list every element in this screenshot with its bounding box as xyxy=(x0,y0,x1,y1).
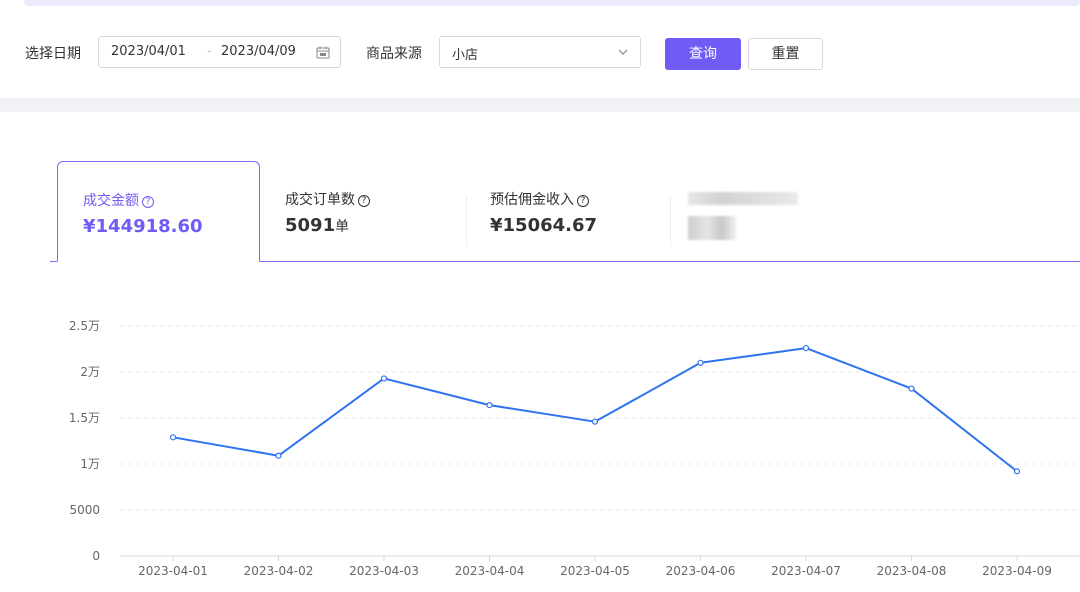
data-point xyxy=(486,402,493,409)
x-tick-label: 2023-04-01 xyxy=(138,564,208,578)
data-point xyxy=(275,452,282,459)
x-tick-label: 2023-04-04 xyxy=(455,564,525,578)
source-select-value: 小店 xyxy=(452,48,479,63)
reset-button[interactable]: 重置 xyxy=(748,38,823,70)
x-tick-label: 2023-04-05 xyxy=(560,564,630,578)
source-filter-label: 商品来源 xyxy=(366,46,422,62)
y-tick-label: 2.5万 xyxy=(69,319,100,333)
data-point xyxy=(1013,468,1021,475)
data-point xyxy=(169,434,177,441)
x-tick-label: 2023-04-03 xyxy=(349,564,419,578)
date-start-input[interactable]: 2023/04/01 xyxy=(111,44,186,59)
tab-gmv-label: 成交金额? xyxy=(83,190,154,210)
y-tick-label: 1.5万 xyxy=(69,411,100,425)
date-separator: - xyxy=(207,44,212,58)
top-accent-bar xyxy=(24,0,1080,6)
date-end-input[interactable]: 2023/04/09 xyxy=(221,44,296,59)
x-tick-label: 2023-04-02 xyxy=(244,564,314,578)
data-point xyxy=(802,344,810,352)
calendar-icon[interactable] xyxy=(316,46,330,59)
source-select[interactable]: 小店 xyxy=(439,36,641,68)
x-tick-label: 2023-04-08 xyxy=(877,564,947,578)
y-tick-label: 1万 xyxy=(80,457,100,471)
data-point xyxy=(380,375,388,382)
tab-gmv[interactable]: 成交金额? ¥144918.60 xyxy=(57,161,260,262)
date-filter-label: 选择日期 xyxy=(25,46,81,62)
x-tick-label: 2023-04-09 xyxy=(982,564,1052,578)
y-tick-label: 0 xyxy=(92,549,100,563)
data-point xyxy=(591,418,599,425)
x-tick-label: 2023-04-07 xyxy=(771,564,841,578)
series-line xyxy=(172,347,1018,473)
data-point xyxy=(908,385,915,392)
chevron-down-icon[interactable] xyxy=(618,47,628,57)
tab-gmv-value: ¥144918.60 xyxy=(83,216,203,237)
date-range-picker[interactable]: 2023/04/01 - 2023/04/09 xyxy=(98,36,341,68)
x-tick-label: 2023-04-06 xyxy=(666,564,736,578)
help-icon[interactable]: ? xyxy=(142,196,154,208)
query-button[interactable]: 查询 xyxy=(665,38,741,70)
y-tick-label: 5000 xyxy=(69,503,100,517)
y-tick-label: 2万 xyxy=(80,365,100,379)
data-point xyxy=(697,359,704,366)
